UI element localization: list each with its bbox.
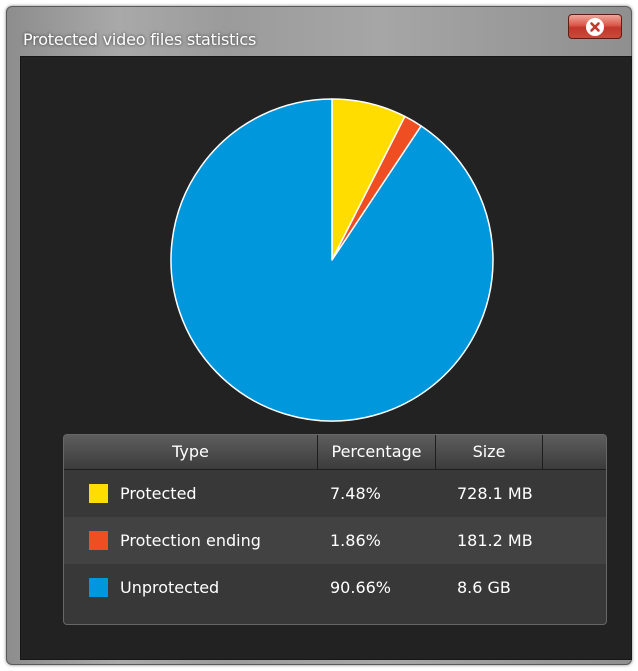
statistics-window: Protected video files statistics Type Pe… bbox=[6, 6, 632, 665]
pie-chart-svg bbox=[170, 98, 494, 422]
column-header-type[interactable]: Type bbox=[64, 435, 318, 469]
row-percentage: 90.66% bbox=[330, 578, 392, 597]
table-header: Type Percentage Size bbox=[64, 435, 606, 470]
pie-slice-unprotected bbox=[170, 98, 494, 422]
row-percentage: 1.86% bbox=[330, 531, 381, 550]
protected-swatch bbox=[89, 484, 108, 503]
table-row[interactable]: Protected 7.48% 728.1 MB bbox=[64, 470, 606, 517]
column-header-empty bbox=[543, 435, 606, 469]
row-percentage: 7.48% bbox=[330, 484, 381, 503]
close-button[interactable] bbox=[568, 14, 622, 39]
table-row[interactable]: Unprotected 90.66% 8.6 GB bbox=[64, 564, 606, 611]
close-x-icon bbox=[586, 17, 604, 36]
row-size: 728.1 MB bbox=[457, 484, 533, 503]
row-type: Unprotected bbox=[120, 578, 220, 597]
row-size: 8.6 GB bbox=[457, 578, 511, 597]
unprotected-swatch bbox=[89, 578, 108, 597]
table-row[interactable]: Protection ending 1.86% 181.2 MB bbox=[64, 517, 606, 564]
pie-chart bbox=[167, 95, 497, 425]
statistics-table: Type Percentage Size Protected 7.48% 728… bbox=[63, 434, 607, 625]
protection-ending-swatch bbox=[89, 531, 108, 550]
row-type: Protected bbox=[120, 484, 197, 503]
row-size: 181.2 MB bbox=[457, 531, 533, 550]
column-header-size[interactable]: Size bbox=[436, 435, 543, 469]
statistics-panel: Type Percentage Size Protected 7.48% 728… bbox=[20, 56, 632, 660]
column-header-percentage[interactable]: Percentage bbox=[318, 435, 436, 469]
row-type: Protection ending bbox=[120, 531, 261, 550]
window-title: Protected video files statistics bbox=[23, 30, 257, 49]
